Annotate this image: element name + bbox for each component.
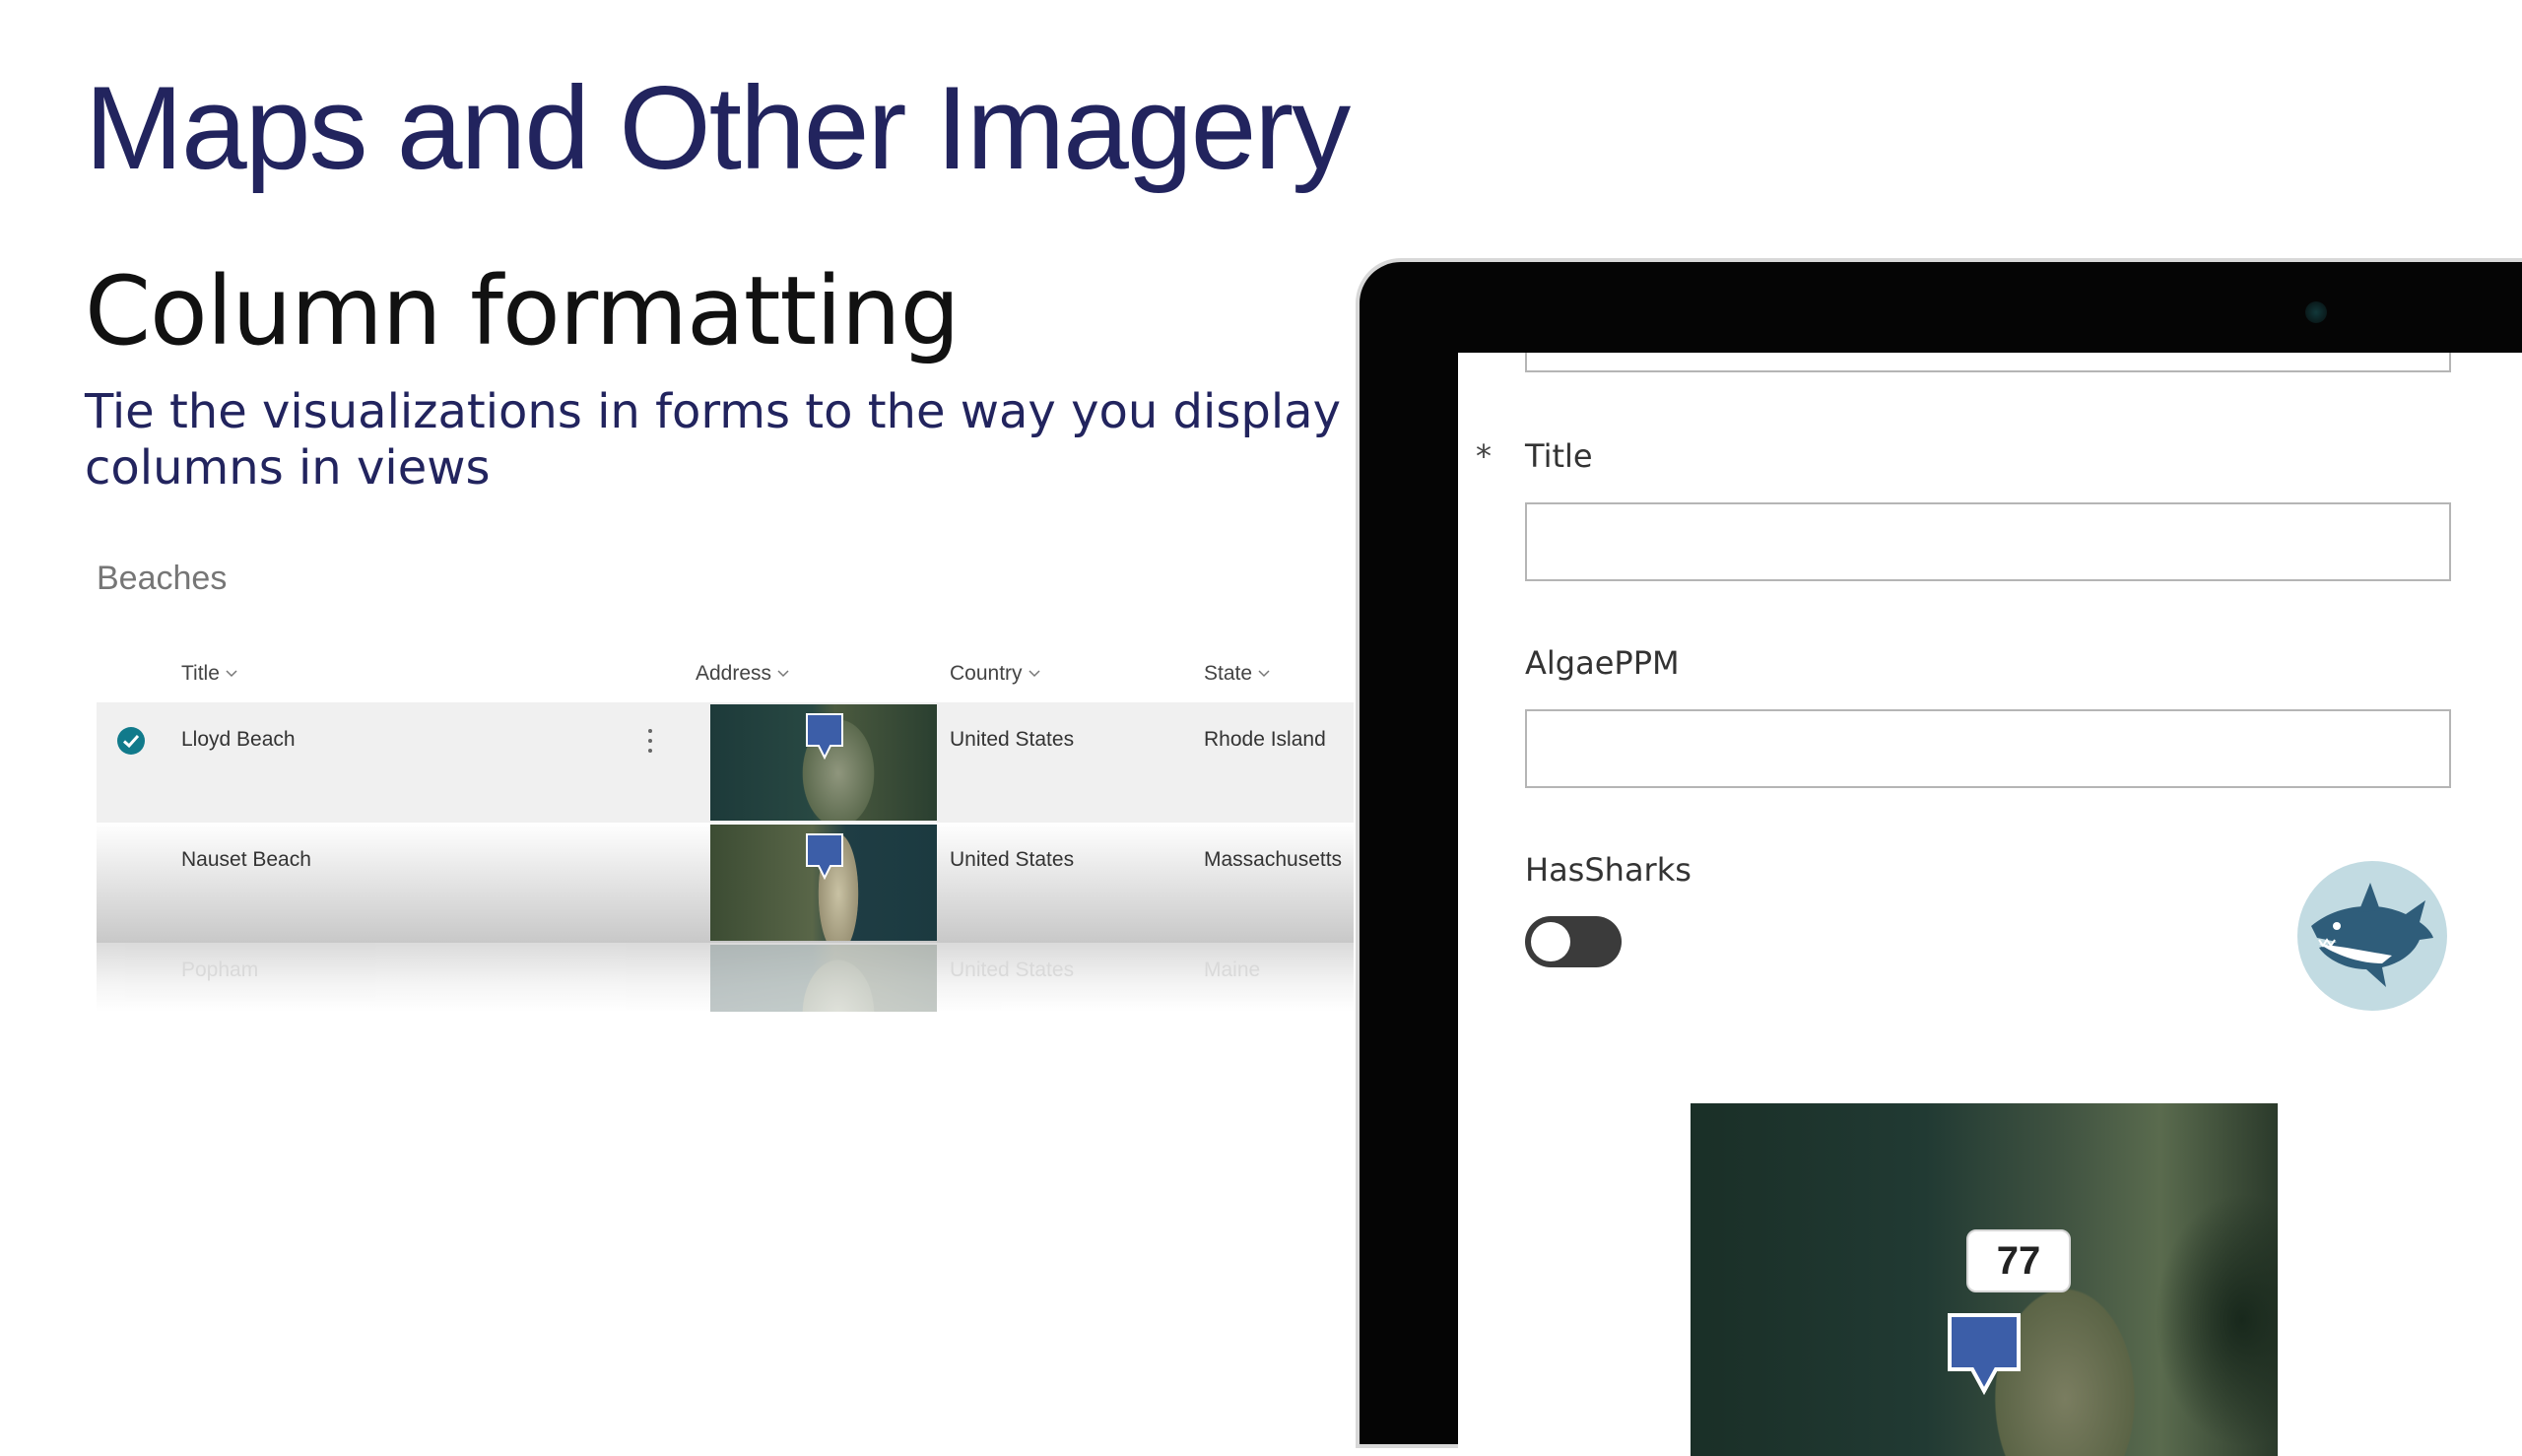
row-state: Rhode Island xyxy=(1204,728,1326,751)
title-field[interactable] xyxy=(1525,502,2451,581)
camera-icon xyxy=(2305,301,2327,323)
form-screen: * Title AlgaePPM HasSharks 77 xyxy=(1458,353,2522,1456)
tablet-device: * Title AlgaePPM HasSharks 77 xyxy=(1360,262,2522,1456)
table-row[interactable]: Popham United States Maine xyxy=(97,943,1354,1012)
hassharks-toggle[interactable] xyxy=(1525,916,1622,967)
slide-subtitle: Column formatting xyxy=(85,256,961,366)
list-title: Beaches xyxy=(97,560,228,597)
checkmark-circle-icon[interactable] xyxy=(116,726,146,756)
row-title[interactable]: Popham xyxy=(181,959,258,982)
required-marker: * xyxy=(1476,437,1492,475)
field-label-title: Title xyxy=(1525,437,1593,475)
shark-icon xyxy=(2297,861,2447,1011)
chevron-down-icon xyxy=(1029,670,1040,678)
slide-title: Maps and Other Imagery xyxy=(85,62,1351,194)
map-pin-icon xyxy=(806,833,843,880)
column-header-title[interactable]: Title xyxy=(181,662,237,686)
chevron-down-icon xyxy=(1258,670,1270,678)
row-title[interactable]: Lloyd Beach xyxy=(181,728,296,752)
row-state: Massachusetts xyxy=(1204,848,1343,871)
row-country: United States xyxy=(950,848,1075,871)
row-country: United States xyxy=(950,959,1075,981)
address-map-thumbnail xyxy=(710,945,937,1012)
map-pin-icon xyxy=(1948,1313,2021,1395)
beaches-list: Beaches Title Address Country State Lloy… xyxy=(83,552,1354,1025)
chevron-down-icon xyxy=(226,670,237,678)
column-header-country[interactable]: Country xyxy=(950,662,1040,686)
algae-ppm-badge: 77 xyxy=(1966,1229,2071,1292)
table-row[interactable]: Nauset Beach United States Massachusetts xyxy=(97,823,1354,943)
table-row[interactable]: Lloyd Beach United States Rhode Island xyxy=(97,702,1354,823)
algaeppm-field[interactable] xyxy=(1525,709,2451,788)
column-header-address[interactable]: Address xyxy=(696,662,789,686)
toggle-knob xyxy=(1531,922,1570,961)
row-title[interactable]: Nauset Beach xyxy=(181,848,311,872)
beach-map: 77 xyxy=(1691,1103,2278,1456)
more-options-icon[interactable] xyxy=(646,726,654,756)
field-label-algaeppm: AlgaePPM xyxy=(1525,644,1680,682)
column-header-state[interactable]: State xyxy=(1204,662,1270,686)
address-map-thumbnail xyxy=(710,704,937,821)
slide-tagline: Tie the visualizations in forms to the w… xyxy=(85,384,1341,496)
address-map-thumbnail xyxy=(710,825,937,941)
field-label-hassharks: HasSharks xyxy=(1525,851,1692,889)
row-country: United States xyxy=(950,728,1075,751)
map-pin-icon xyxy=(806,713,843,760)
row-state: Maine xyxy=(1204,959,1261,981)
previous-field-input[interactable] xyxy=(1525,353,2451,372)
chevron-down-icon xyxy=(777,670,789,678)
